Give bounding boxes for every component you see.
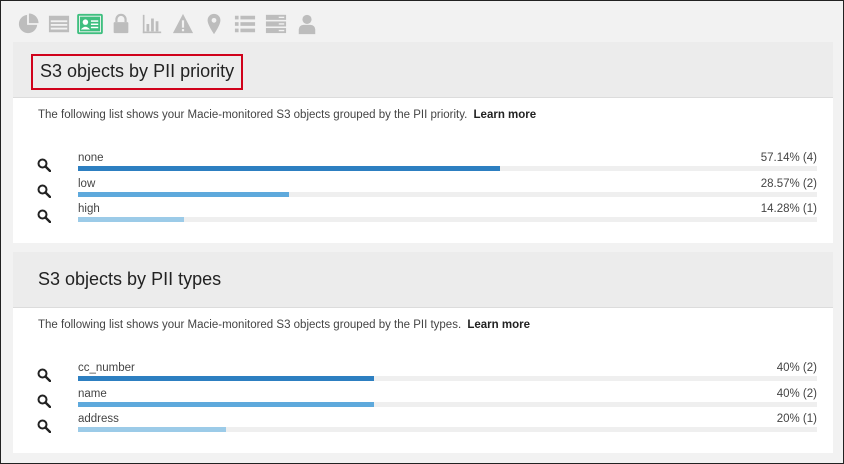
bar-track — [78, 166, 817, 171]
bar-row: low 28.57% (2) — [13, 176, 833, 202]
pie-chart-icon[interactable] — [15, 11, 41, 37]
bar-row: name 40% (2) — [13, 386, 833, 412]
row-value: 57.14% (4) — [760, 152, 817, 164]
lock-icon[interactable] — [108, 11, 134, 37]
bar-row: address 20% (1) — [13, 411, 833, 437]
search-icon[interactable] — [37, 368, 51, 382]
panel-description: The following list shows your Macie-moni… — [38, 319, 530, 331]
pii-priority-panel: S3 objects by PII priority The following… — [13, 42, 833, 243]
row-value: 20% (1) — [776, 413, 817, 425]
bar-fill — [78, 217, 184, 222]
row-value: 14.28% (1) — [760, 203, 817, 215]
bar-fill — [78, 401, 374, 407]
panel-description: The following list shows your Macie-moni… — [38, 109, 536, 121]
server-icon[interactable] — [263, 11, 289, 37]
bar-fill — [78, 376, 374, 381]
id-card-icon[interactable] — [77, 11, 103, 37]
macie-dashboard: S3 objects by PII priority The following… — [0, 0, 844, 464]
panel-header: S3 objects by PII types — [13, 252, 833, 308]
bar-track — [78, 376, 817, 381]
panel-title: S3 objects by PII types — [38, 269, 222, 289]
description-text: The following list shows your Macie-moni… — [38, 109, 468, 121]
row-label: name — [78, 387, 107, 400]
row-label: low — [78, 177, 96, 190]
row-label: none — [78, 152, 104, 164]
bullet-list-icon[interactable] — [232, 11, 258, 37]
row-label: high — [78, 203, 100, 215]
row-label: address — [78, 413, 119, 425]
row-value: 28.57% (2) — [760, 177, 817, 190]
warning-icon[interactable] — [170, 11, 196, 37]
description-text: The following list shows your Macie-moni… — [38, 319, 462, 331]
bar-track — [78, 401, 817, 407]
search-icon[interactable] — [37, 394, 51, 408]
search-icon[interactable] — [37, 184, 51, 198]
row-label: cc_number — [78, 362, 135, 374]
bar-track — [78, 191, 817, 197]
bar-fill — [78, 427, 226, 432]
bar-fill — [78, 166, 501, 171]
search-icon[interactable] — [37, 158, 51, 172]
map-pin-icon[interactable] — [201, 11, 227, 37]
panel-title: S3 objects by PII priority — [31, 54, 244, 90]
row-value: 40% (2) — [776, 362, 817, 374]
panel-header: S3 objects by PII priority — [13, 42, 833, 98]
bar-track — [78, 217, 817, 222]
search-icon[interactable] — [37, 419, 51, 433]
learn-more-link[interactable]: Learn more — [474, 109, 537, 121]
view-toolbar — [15, 10, 325, 38]
bar-row: none 57.14% (4) — [13, 150, 833, 176]
bar-fill — [78, 191, 290, 197]
bar-track — [78, 427, 817, 432]
search-icon[interactable] — [37, 209, 51, 223]
list-view-icon[interactable] — [46, 11, 72, 37]
bar-chart-icon[interactable] — [139, 11, 165, 37]
learn-more-link[interactable]: Learn more — [467, 319, 530, 331]
pii-types-panel: S3 objects by PII types The following li… — [13, 252, 833, 453]
bar-row: cc_number 40% (2) — [13, 360, 833, 386]
bar-row: high 14.28% (1) — [13, 201, 833, 227]
row-value: 40% (2) — [776, 387, 817, 400]
user-icon[interactable] — [294, 11, 320, 37]
